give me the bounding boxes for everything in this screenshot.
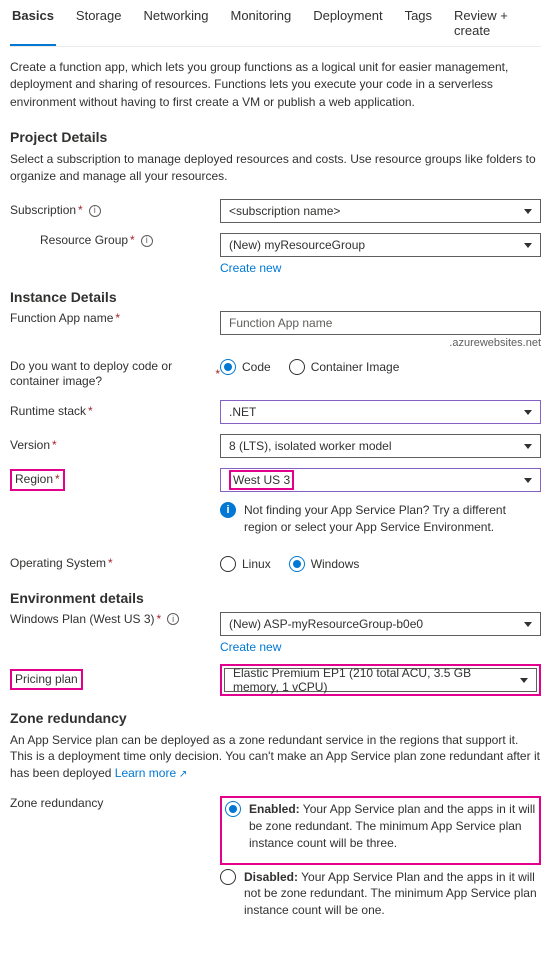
radio-zone-enabled[interactable] [225, 801, 241, 817]
version-label: Version* [10, 438, 220, 454]
resource-group-label: Resource Group* i [10, 233, 220, 249]
learn-more-link[interactable]: Learn more [115, 766, 188, 780]
radio-linux[interactable]: Linux [220, 556, 271, 572]
info-icon: i [220, 502, 236, 518]
subscription-label: Subscription* i [10, 203, 220, 219]
region-label: Region* [10, 469, 220, 491]
instance-details-heading: Instance Details [10, 289, 541, 305]
os-label: Operating System* [10, 556, 220, 572]
zone-desc: An App Service plan can be deployed as a… [10, 732, 541, 783]
radio-code[interactable]: Code [220, 359, 271, 375]
tab-deployment[interactable]: Deployment [311, 8, 384, 46]
zone-heading: Zone redundancy [10, 710, 541, 726]
project-details-heading: Project Details [10, 129, 541, 145]
region-select[interactable]: West US 3 [220, 468, 541, 492]
tab-tags[interactable]: Tags [403, 8, 434, 46]
info-icon[interactable]: i [141, 235, 153, 247]
tab-bar: Basics Storage Networking Monitoring Dep… [10, 0, 541, 47]
runtime-label: Runtime stack* [10, 404, 220, 420]
region-hint: Not finding your App Service Plan? Try a… [244, 502, 541, 536]
app-name-input[interactable] [220, 311, 541, 335]
radio-container[interactable]: Container Image [289, 359, 400, 375]
pricing-label: Pricing plan [10, 669, 220, 691]
create-new-plan-link[interactable]: Create new [220, 640, 281, 654]
app-name-label: Function App name* [10, 311, 220, 327]
tab-review-create[interactable]: Review + create [452, 8, 541, 46]
info-icon[interactable]: i [89, 205, 101, 217]
radio-windows[interactable]: Windows [289, 556, 360, 572]
tab-basics[interactable]: Basics [10, 8, 56, 46]
plan-label: Windows Plan (West US 3)* i [10, 612, 220, 628]
plan-select[interactable]: (New) ASP-myResourceGroup-b0e0 [220, 612, 541, 636]
deploy-type-label: Do you want to deploy code or container … [10, 359, 220, 390]
runtime-select[interactable]: .NET [220, 400, 541, 424]
info-icon[interactable]: i [167, 613, 179, 625]
domain-suffix: .azurewebsites.net [220, 337, 541, 349]
zone-label: Zone redundancy [10, 796, 220, 812]
tab-networking[interactable]: Networking [141, 8, 210, 46]
subscription-select[interactable]: <subscription name> [220, 199, 541, 223]
intro-text: Create a function app, which lets you gr… [10, 59, 541, 111]
pricing-select[interactable]: Elastic Premium EP1 (210 total ACU, 3.5 … [224, 668, 537, 692]
tab-storage[interactable]: Storage [74, 8, 124, 46]
project-details-desc: Select a subscription to manage deployed… [10, 151, 541, 185]
resource-group-select[interactable]: (New) myResourceGroup [220, 233, 541, 257]
env-details-heading: Environment details [10, 590, 541, 606]
create-new-rg-link[interactable]: Create new [220, 261, 281, 275]
tab-monitoring[interactable]: Monitoring [229, 8, 294, 46]
version-select[interactable]: 8 (LTS), isolated worker model [220, 434, 541, 458]
radio-zone-disabled[interactable] [220, 869, 236, 885]
